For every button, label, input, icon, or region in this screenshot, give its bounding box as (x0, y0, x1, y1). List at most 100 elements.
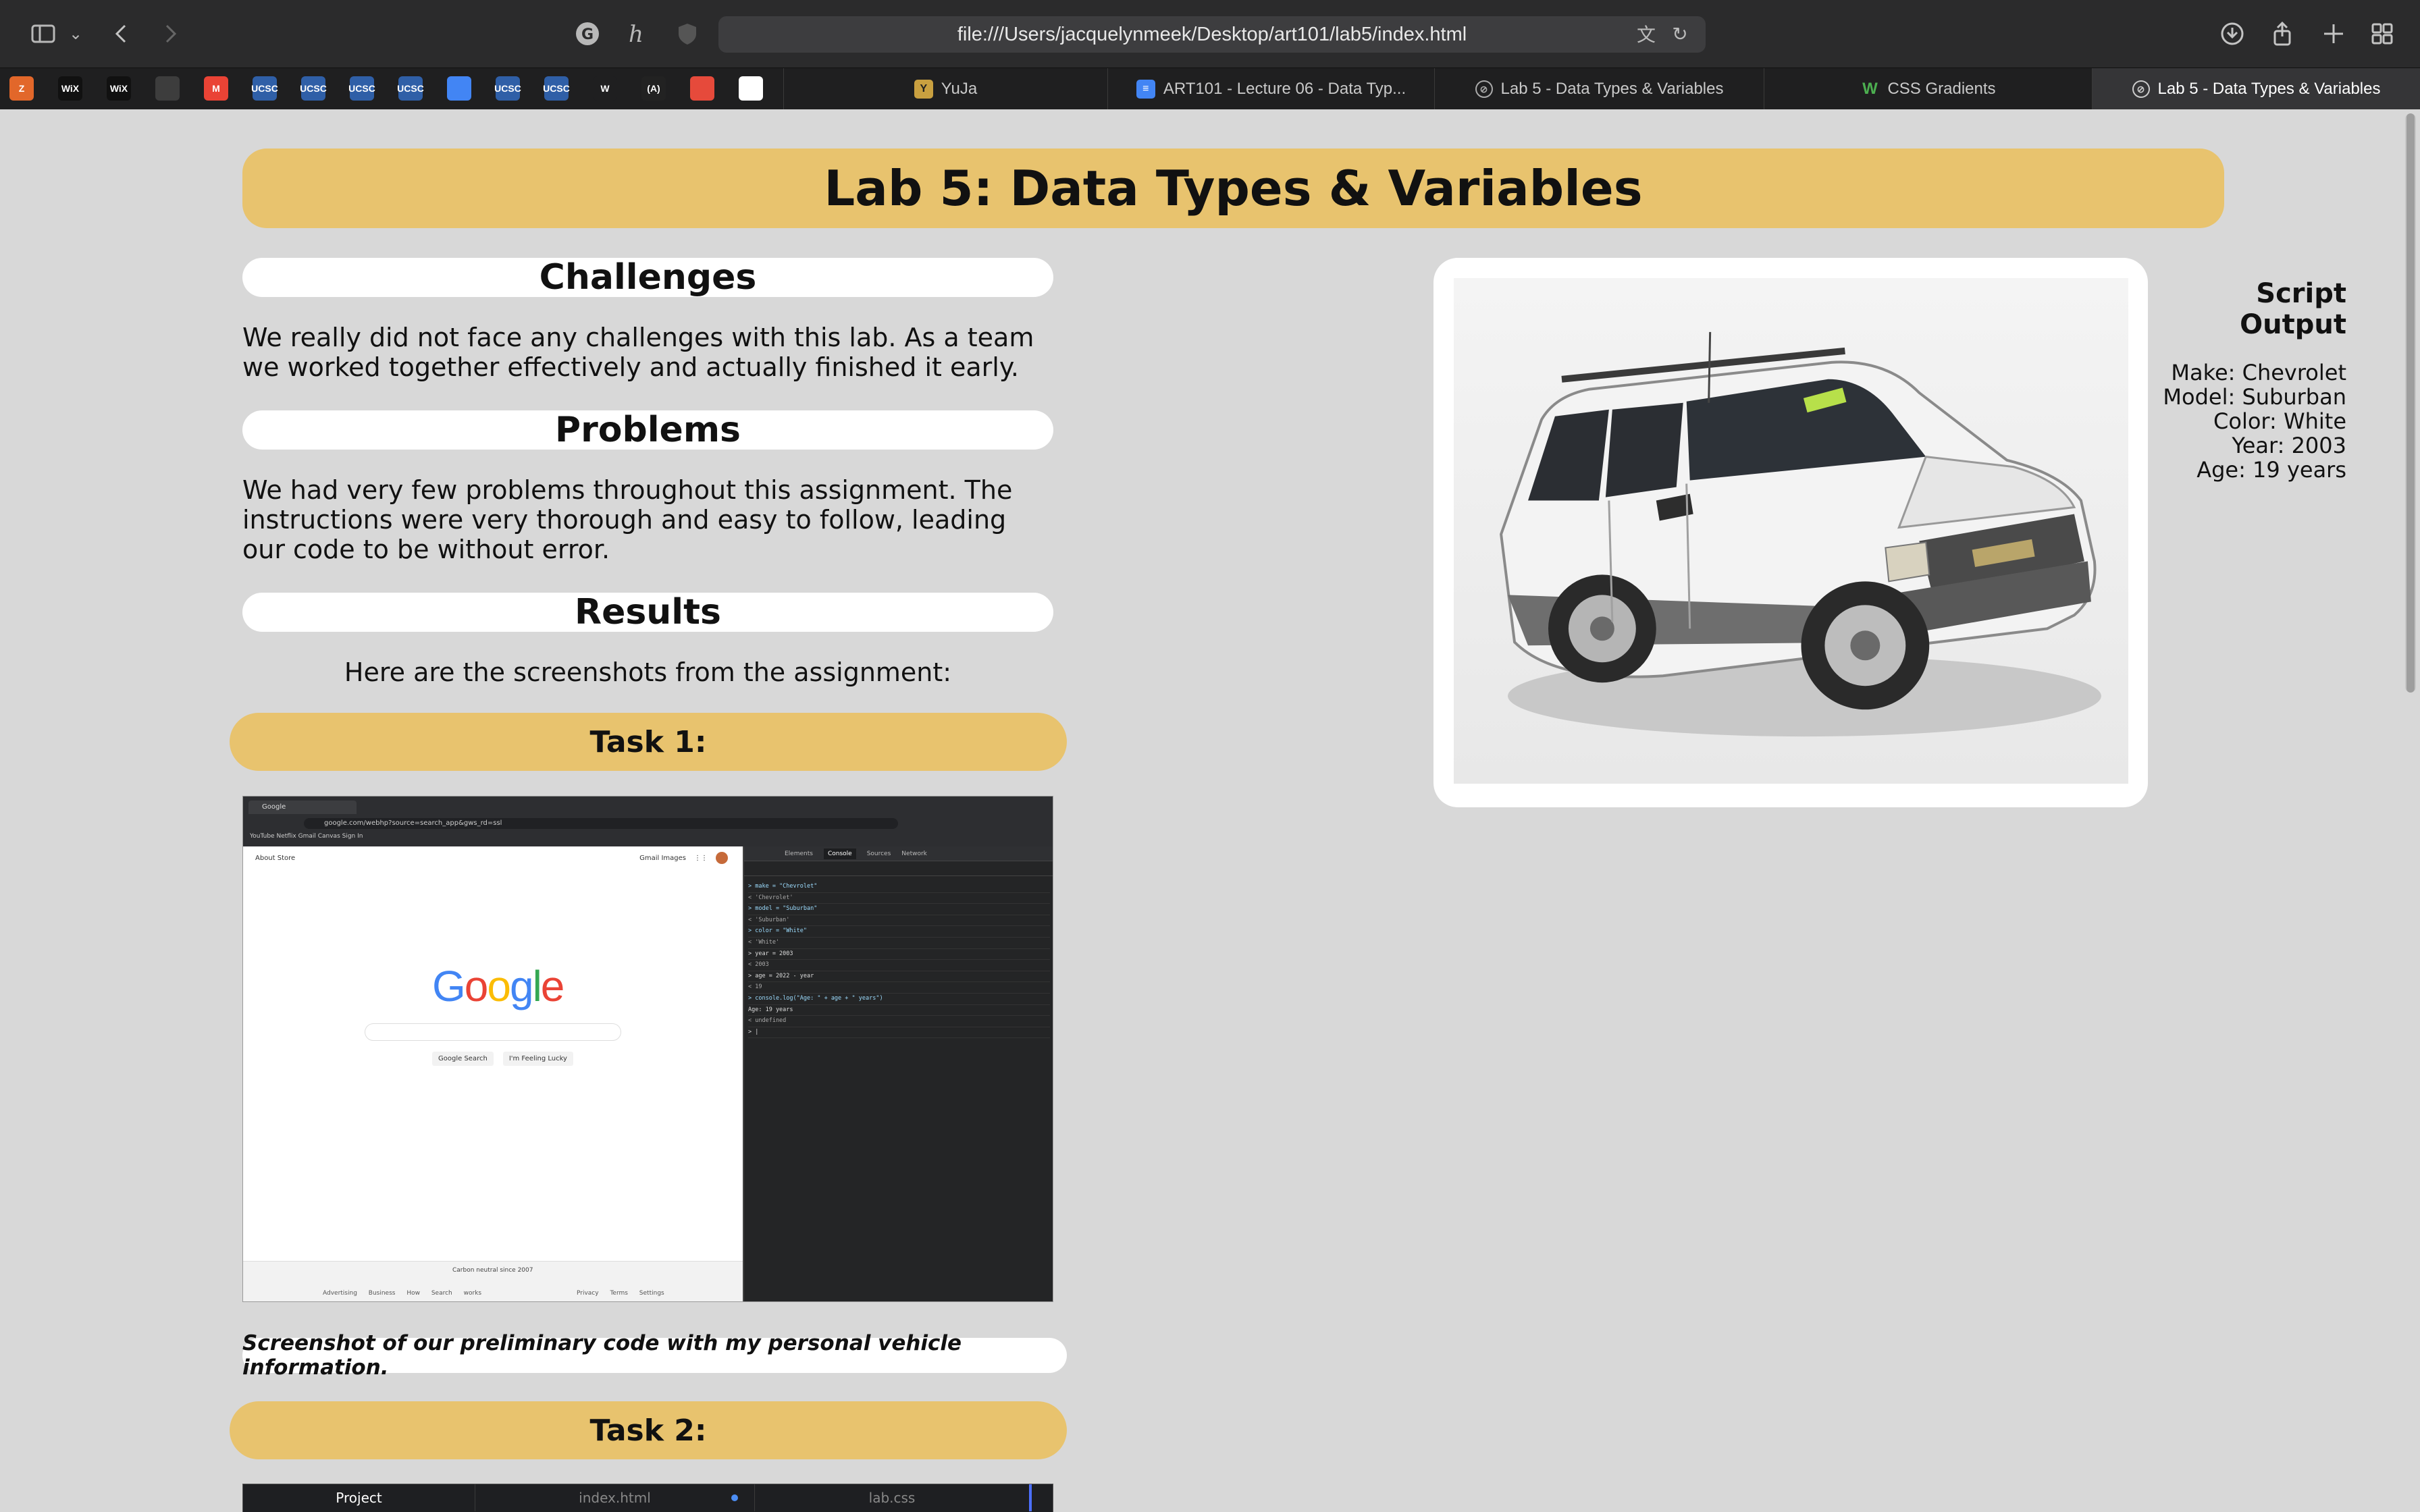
browser-toolbar: ⌄ G h file:///Users/jacquelynmeek/Deskto… (0, 0, 2420, 68)
screenshot-tab: Google (248, 801, 357, 814)
console-line: < 'White' (748, 938, 1050, 949)
task1-screenshot: Google google.com/webhp?source=search_ap… (242, 796, 1053, 1302)
google-search-btn: Google Search (432, 1052, 494, 1066)
challenges-heading: Challenges (242, 257, 1053, 298)
editor-tab-label: index.html (579, 1490, 651, 1506)
chevron-down-icon[interactable]: ⌄ (62, 16, 89, 51)
editor-tab-css: lab.css (755, 1484, 1032, 1511)
translate-icon[interactable]: 文 (1634, 22, 1658, 46)
script-output: Script Output Make: Chevrolet Model: Sub… (2147, 278, 2346, 482)
google-footer: Carbon neutral since 2007 Advertising Bu… (243, 1261, 743, 1301)
honey-icon[interactable]: h (617, 16, 655, 51)
console-line: > age = 2022 - year (748, 971, 1050, 983)
ucsc-icon[interactable]: UCSC (543, 76, 570, 101)
console-line: > model = "Suburban" (748, 904, 1050, 915)
grammarly-icon[interactable]: G (569, 16, 606, 51)
suv-illustration (1500, 331, 2101, 737)
google-homepage: About Store Gmail Images ⋮⋮ Google Googl… (243, 846, 743, 1301)
challenges-text: We really did not face any challenges wi… (242, 323, 1034, 382)
google-footer-left: Advertising Business How Search works (323, 1290, 482, 1297)
ucsc-icon[interactable]: UCSC (397, 76, 424, 101)
devtools-tab: Sources (866, 850, 891, 857)
new-tab-icon[interactable] (2315, 16, 2352, 51)
console-filter-bar (744, 861, 1053, 876)
share-icon[interactable] (2263, 16, 2301, 51)
forward-icon[interactable] (151, 16, 189, 51)
w-icon: W (1862, 80, 1878, 98)
car-image-card (1433, 258, 2148, 807)
download-icon[interactable] (2213, 16, 2251, 51)
results-heading: Results (242, 592, 1053, 632)
devtools-tab: Network (901, 850, 927, 857)
console-line: > | (748, 1027, 1050, 1039)
yuja-icon: Y (914, 80, 933, 99)
console-line: > make = "Chevrolet" (748, 882, 1050, 893)
problems-heading: Problems (242, 410, 1053, 450)
ucsc-icon[interactable]: UCSC (494, 76, 521, 101)
page-viewport[interactable]: Lab 5: Data Types & Variables Challenges… (0, 109, 2420, 1512)
page-scrollbar[interactable] (2405, 113, 2416, 693)
console-line: < 19 (748, 982, 1050, 994)
devtools-tab: Elements (785, 850, 813, 857)
scrollbar-thumb[interactable] (2406, 113, 2415, 693)
google-search-box (365, 1023, 621, 1041)
output-color: Color: White (2213, 408, 2346, 434)
page-title: Lab 5: Data Types & Variables (242, 148, 2224, 228)
google-top-right-links: Gmail Images (639, 854, 686, 862)
github-icon[interactable] (739, 76, 763, 101)
docs-icon[interactable] (447, 76, 471, 101)
reload-icon[interactable]: ↻ (1668, 22, 1692, 46)
google-top-links: About Store (255, 855, 296, 862)
swirl-icon[interactable] (690, 76, 714, 101)
modified-dot-icon (731, 1494, 738, 1501)
task2-screenshot: Project index.html lab.css (242, 1484, 1053, 1512)
screenshot-url: google.com/webhp?source=search_app&gws_r… (304, 818, 898, 829)
address-bar[interactable]: file:///Users/jacquelynmeek/Desktop/art1… (718, 16, 1706, 53)
tab-yuja[interactable]: Y YuJa (783, 68, 1107, 110)
svg-text:h: h (629, 21, 643, 47)
google-carbon: Carbon neutral since 2007 (452, 1267, 533, 1274)
wix-icon[interactable]: WiX (107, 76, 131, 101)
devtools-panel: Elements Console Sources Network > make … (743, 846, 1053, 1301)
tab-overview-icon[interactable] (2363, 16, 2401, 51)
ucsc-icon[interactable]: UCSC (348, 76, 375, 101)
wix-icon[interactable]: WiX (58, 76, 82, 101)
z-icon[interactable]: Z (9, 76, 34, 101)
console-line: < 'Chevrolet' (748, 893, 1050, 905)
console-line: > console.log("Age: " + age + " years") (748, 994, 1050, 1005)
console-line: < 2003 (748, 960, 1050, 971)
codepen-icon[interactable]: (A) (641, 76, 666, 101)
editor-tab-project: Project (243, 1484, 475, 1511)
console-line: > color = "White" (748, 926, 1050, 938)
w-icon[interactable]: W (593, 76, 617, 101)
monitor-icon[interactable] (155, 76, 180, 101)
problems-text: We had very few problems throughout this… (242, 475, 1013, 564)
google-lucky-btn: I'm Feeling Lucky (502, 1052, 573, 1066)
tab-art101-lecture[interactable]: ≡ ART101 - Lecture 06 - Data Typ... (1107, 68, 1434, 110)
tab-lab5-active[interactable]: ⊘ Lab 5 - Data Types & Variables (2092, 68, 2420, 110)
devtools-tabs: Elements Console Sources Network (744, 846, 1053, 861)
svg-text:G: G (581, 26, 594, 43)
compass-icon: ⊘ (2132, 80, 2150, 98)
tab-lab5[interactable]: ⊘ Lab 5 - Data Types & Variables (1434, 68, 1764, 110)
car-photo (1454, 278, 2128, 784)
avatar (716, 852, 728, 864)
script-output-heading: Script Output (2240, 278, 2346, 340)
task2-banner: Task 2: (230, 1401, 1067, 1459)
compass-icon: ⊘ (1475, 80, 1493, 98)
sidebar-toggle-icon[interactable] (24, 16, 62, 51)
editor-tab-index: index.html (475, 1484, 755, 1511)
google-buttons: Google Search I'm Feeling Lucky (432, 1052, 573, 1066)
task1-caption: Screenshot of our preliminary code with … (242, 1331, 1067, 1380)
results-text: Here are the screenshots from the assign… (344, 657, 952, 687)
gmail-icon[interactable]: M (204, 76, 228, 101)
back-icon[interactable] (103, 16, 140, 51)
google-top-right: Gmail Images ⋮⋮ (639, 852, 728, 864)
console-line: > year = 2003 (748, 949, 1050, 961)
devtools-tab: Console (823, 848, 856, 859)
google-logo: Google (432, 962, 564, 1010)
ucsc-icon[interactable]: UCSC (300, 76, 327, 101)
ucsc-icon[interactable]: UCSC (251, 76, 278, 101)
privacy-shield-icon[interactable] (668, 16, 706, 51)
tab-css-gradients[interactable]: W CSS Gradients (1764, 68, 2092, 110)
